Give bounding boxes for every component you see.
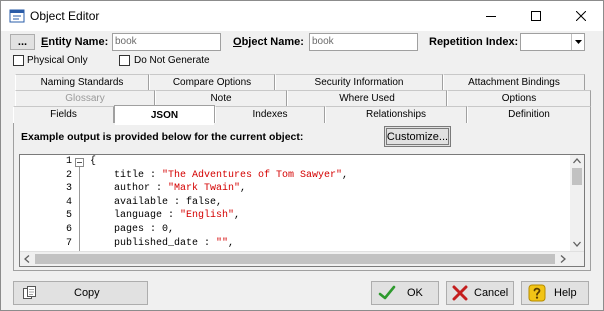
maximize-icon — [531, 11, 541, 21]
code-text: , — [240, 183, 247, 195]
ok-button[interactable]: OK — [371, 281, 439, 305]
object-name-label: Object Name: — [233, 36, 304, 48]
active-tab-joiner — [115, 122, 214, 125]
tab-where-used[interactable]: Where Used — [287, 90, 447, 107]
collapse-icon — [77, 162, 82, 163]
horizontal-scroll-thumb[interactable] — [35, 254, 555, 264]
code-string: "Mark Twain" — [168, 183, 241, 195]
cancel-x-icon — [452, 285, 468, 301]
scroll-left-icon[interactable] — [22, 252, 32, 266]
entity-name-input[interactable]: book — [112, 33, 221, 51]
minimize-button[interactable] — [469, 1, 513, 31]
cancel-label: Cancel — [474, 287, 509, 299]
code-line: published_date : "", — [90, 237, 234, 251]
customize-button[interactable]: Customize... — [384, 126, 451, 147]
tab-compare-options[interactable]: Compare Options — [149, 74, 275, 91]
tab-relationships[interactable]: Relationships — [325, 106, 467, 123]
tab-security-information[interactable]: Security Information — [275, 74, 443, 91]
code-string: "English" — [180, 210, 235, 222]
code-text: , — [228, 237, 235, 249]
repetition-index-dropdown[interactable] — [520, 33, 585, 51]
copy-icon — [23, 286, 36, 299]
line-number-gutter: 1 2 3 4 5 6 7 — [20, 155, 90, 251]
help-question-icon — [528, 284, 546, 302]
code-text: { — [90, 156, 97, 167]
maximize-button[interactable] — [514, 1, 558, 31]
title-bar: Object Editor — [1, 1, 603, 31]
do-not-generate-checkbox[interactable] — [119, 55, 130, 66]
line-number: 2 — [65, 169, 72, 181]
code-text: pages : 0, — [90, 224, 175, 235]
line-number: 5 — [65, 210, 72, 222]
chevron-down-icon — [574, 40, 582, 44]
scroll-up-icon[interactable] — [570, 156, 584, 166]
ok-label: OK — [407, 287, 423, 299]
dropdown-arrow-button[interactable] — [571, 34, 584, 50]
json-description: Example output is provided below for the… — [21, 131, 304, 143]
code-line: available : false, — [90, 196, 222, 210]
tab-options[interactable]: Options — [447, 90, 591, 107]
line-number: 1 — [65, 156, 72, 167]
app-icon — [9, 9, 25, 23]
code-line: language : "English", — [90, 209, 240, 223]
tab-fields[interactable]: Fields — [13, 106, 114, 123]
object-name-input[interactable]: book — [309, 33, 418, 51]
code-text: , — [234, 210, 241, 222]
physical-only-label: Physical Only — [27, 55, 88, 66]
line-number: 6 — [65, 224, 72, 235]
tab-naming-standards[interactable]: Naming Standards — [15, 74, 149, 91]
ellipsis-button[interactable]: ... — [10, 34, 35, 50]
code-text: available : false, — [90, 196, 223, 208]
vertical-scroll-thumb[interactable] — [572, 168, 582, 185]
code-line: author : "Mark Twain", — [90, 182, 246, 196]
physical-only-checkbox[interactable] — [13, 55, 24, 66]
code-string: "The Adventures of Tom Sawyer" — [162, 169, 343, 181]
line-number: 7 — [65, 237, 72, 249]
code-text: , — [342, 169, 349, 181]
fold-toggle[interactable] — [75, 158, 84, 167]
code-text: language : — [90, 210, 181, 222]
copy-button[interactable]: Copy — [13, 281, 148, 305]
code-text: author : — [90, 183, 169, 195]
scroll-down-icon[interactable] — [570, 239, 584, 249]
cancel-button[interactable]: Cancel — [446, 281, 514, 305]
tab-indexes[interactable]: Indexes — [215, 106, 325, 123]
line-number: 3 — [65, 183, 72, 195]
close-icon — [576, 11, 586, 21]
scroll-right-icon[interactable] — [558, 252, 568, 266]
code-string: "" — [216, 237, 229, 249]
tab-definition[interactable]: Definition — [467, 106, 591, 123]
object-editor-window: Object Editor ... Entity Name: book Obje… — [0, 0, 604, 311]
horizontal-scrollbar[interactable] — [20, 251, 584, 266]
repetition-index-label: Repetition Index: — [429, 36, 519, 48]
json-code-editor[interactable]: 1 2 3 4 5 6 7 { title : "The Adventures … — [19, 154, 585, 267]
line-number: 4 — [65, 196, 72, 208]
do-not-generate-label: Do Not Generate — [134, 55, 210, 66]
fold-guide-line — [79, 167, 80, 251]
code-line: { — [90, 155, 96, 169]
window-title: Object Editor — [30, 9, 100, 23]
minimize-icon — [486, 16, 496, 17]
help-label: Help — [554, 287, 577, 299]
close-button[interactable] — [559, 1, 603, 31]
checkmark-icon — [378, 285, 396, 300]
code-line: title : "The Adventures of Tom Sawyer", — [90, 169, 348, 183]
copy-label: Copy — [74, 287, 100, 299]
entity-name-label: Entity Name: — [41, 36, 109, 48]
tab-attachment-bindings[interactable]: Attachment Bindings — [443, 74, 585, 91]
vertical-scrollbar[interactable] — [570, 155, 584, 251]
code-text: published_date : — [90, 237, 217, 249]
code-text: title : — [90, 169, 163, 181]
code-line: pages : 0, — [90, 223, 174, 237]
help-button[interactable]: Help — [521, 281, 589, 305]
